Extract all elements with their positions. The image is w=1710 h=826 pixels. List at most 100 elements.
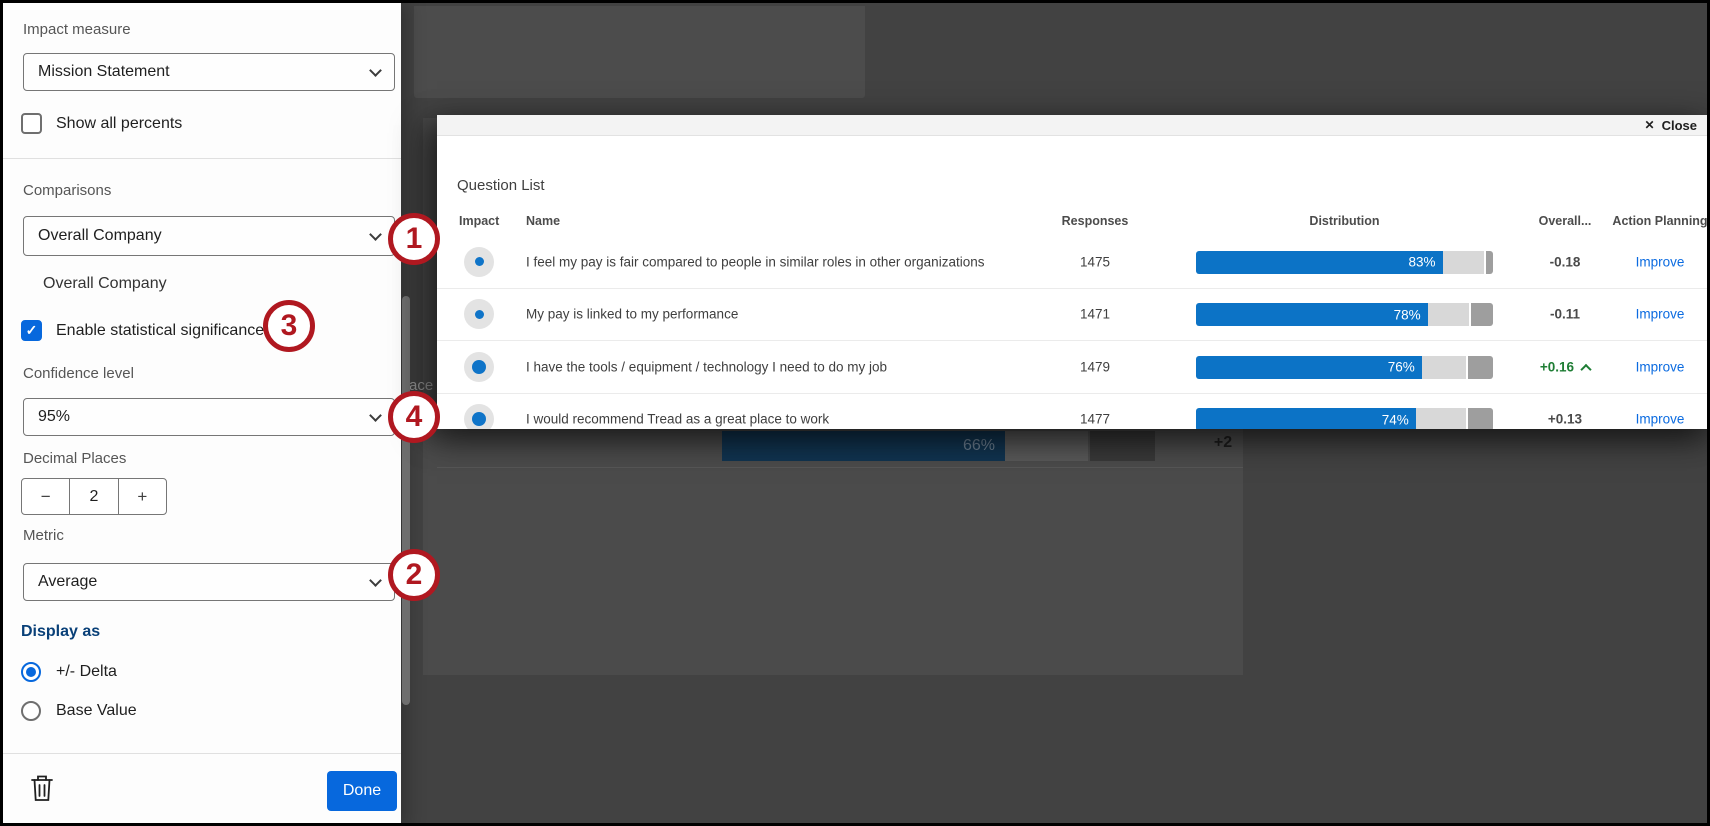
settings-panel-scrollbar[interactable]: [402, 296, 410, 705]
confidence-level-label: Confidence level: [23, 365, 134, 382]
bar-segment-neutral: [1415, 408, 1467, 429]
stat-sig-row[interactable]: ✓ Enable statistical significance: [21, 320, 264, 341]
bar-segment-unfavorable: [1471, 303, 1493, 326]
decimal-minus-button[interactable]: −: [22, 479, 69, 514]
distribution-bar: 74%: [1196, 408, 1493, 429]
bar-segment-favorable: 76%: [1196, 355, 1422, 379]
decimal-plus-button[interactable]: +: [119, 479, 166, 514]
question-list-topbar: ✕ Close: [437, 115, 1707, 136]
question-name: I would recommend Tread as a great place…: [526, 411, 830, 427]
question-name: My pay is linked to my performance: [526, 306, 739, 322]
impact-dot: [464, 351, 494, 382]
improve-link[interactable]: Improve: [1590, 412, 1707, 427]
show-all-percents-row[interactable]: ✓ Show all percents: [21, 113, 182, 134]
table-row[interactable]: I feel my pay is fair compared to people…: [437, 236, 1707, 289]
done-button[interactable]: Done: [327, 771, 397, 811]
bar-percent-label: 83%: [1408, 254, 1436, 270]
responses-value: 1477: [1079, 411, 1111, 427]
question-name: I feel my pay is fair compared to people…: [526, 254, 985, 270]
table-row[interactable]: I have the tools / equipment / technolog…: [437, 341, 1707, 394]
impact-measure-select[interactable]: Mission Statement: [23, 53, 395, 91]
decimal-places-label: Decimal Places: [23, 450, 127, 467]
display-as-option-delta[interactable]: +/- Delta: [21, 662, 117, 682]
column-header-name: Name: [526, 214, 561, 228]
decimal-places-value: 2: [69, 479, 119, 514]
confidence-level-select[interactable]: 95%: [23, 398, 395, 436]
impact-dot-inner: [472, 359, 486, 374]
bar-segment-favorable: 78%: [1196, 303, 1428, 326]
column-header-action-planning: Action Planning: [1612, 214, 1708, 228]
column-header-impact: Impact: [459, 214, 500, 228]
improve-link[interactable]: Improve: [1590, 307, 1707, 322]
comparisons-select[interactable]: Overall Company: [23, 216, 395, 256]
bar-segment-neutral: [1427, 303, 1470, 326]
dimmed-bar-percent: 66%: [962, 437, 995, 454]
column-header-distribution: Distribution: [1309, 214, 1380, 228]
annotation-badge-3: 3: [263, 300, 315, 352]
chevron-down-icon: [369, 227, 382, 241]
show-all-percents-label: Show all percents: [56, 114, 183, 132]
delta-radio[interactable]: [21, 662, 41, 682]
close-button[interactable]: ✕ Close: [1645, 118, 1697, 133]
improve-link[interactable]: Improve: [1590, 254, 1707, 269]
metric-value: Average: [38, 573, 98, 590]
bar-segment-favorable: 83%: [1196, 250, 1443, 274]
annotation-badge-1: 1: [388, 213, 440, 265]
delta-radio-label: +/- Delta: [56, 663, 117, 680]
trash-icon[interactable]: [29, 773, 57, 805]
impact-dot-inner: [474, 257, 484, 267]
section-divider: [3, 158, 401, 159]
close-icon: ✕: [1644, 118, 1655, 132]
display-as-option-base[interactable]: Base Value: [21, 701, 137, 721]
distribution-bar: 78%: [1196, 303, 1493, 326]
comparison-item[interactable]: Overall Company: [43, 275, 167, 293]
distribution-bar: 83%: [1196, 250, 1493, 274]
show-all-percents-checkbox[interactable]: ✓: [21, 113, 42, 134]
footer-divider: [3, 753, 401, 754]
bar-segment-unfavorable: [1468, 355, 1493, 379]
dimmed-bar-segment-dark: [1090, 431, 1155, 461]
impact-dot: [464, 404, 494, 429]
dimmed-background-card: [414, 6, 865, 98]
stat-sig-label: Enable statistical significance: [56, 321, 265, 339]
base-value-radio[interactable]: [21, 701, 41, 721]
chevron-down-icon: [369, 573, 382, 587]
annotation-badge-4: 4: [388, 391, 440, 443]
display-as-label: Display as: [21, 623, 101, 640]
table-row[interactable]: My pay is linked to my performance 1471 78…: [437, 288, 1707, 341]
chevron-down-icon: [369, 408, 382, 422]
bar-segment-neutral: [1442, 250, 1485, 274]
distribution-bar: 76%: [1196, 355, 1493, 379]
stat-sig-checkbox[interactable]: ✓: [21, 320, 42, 341]
question-name: I have the tools / equipment / technolog…: [526, 359, 887, 375]
dimmed-bar-segment-light: [1005, 431, 1088, 461]
responses-value: 1475: [1079, 254, 1111, 270]
decimal-places-stepper: − 2 +: [21, 478, 167, 515]
bar-segment-unfavorable: [1468, 408, 1493, 429]
close-label: Close: [1661, 117, 1697, 133]
bar-percent-label: 78%: [1393, 307, 1421, 322]
impact-measure-value: Mission Statement: [38, 63, 170, 80]
settings-panel: Impact measure Mission Statement ✓ Show …: [3, 3, 401, 823]
base-value-radio-label: Base Value: [56, 702, 137, 719]
impact-dot-inner: [472, 412, 486, 427]
improve-link[interactable]: Improve: [1590, 359, 1707, 374]
comparisons-value: Overall Company: [38, 227, 162, 244]
bar-percent-label: 76%: [1387, 359, 1415, 375]
bar-percent-label: 74%: [1381, 412, 1409, 427]
chevron-down-icon: [369, 63, 382, 77]
annotation-badge-2: 2: [388, 549, 440, 601]
dimmed-row-divider: [437, 467, 1243, 468]
bar-segment-favorable: 74%: [1196, 408, 1416, 429]
responses-value: 1479: [1079, 359, 1111, 375]
comparisons-label: Comparisons: [23, 182, 112, 199]
bar-segment-neutral: [1421, 355, 1467, 379]
dimmed-overall-value: +2: [1213, 434, 1233, 451]
impact-dot: [464, 246, 494, 277]
metric-select[interactable]: Average: [23, 563, 395, 601]
question-list-panel: ✕ Close Question List Impact Name Respon…: [437, 115, 1708, 429]
table-row[interactable]: I would recommend Tread as a great place…: [437, 393, 1707, 429]
impact-dot-inner: [474, 309, 484, 319]
impact-measure-label: Impact measure: [23, 21, 131, 38]
bar-segment-unfavorable: [1486, 250, 1493, 274]
